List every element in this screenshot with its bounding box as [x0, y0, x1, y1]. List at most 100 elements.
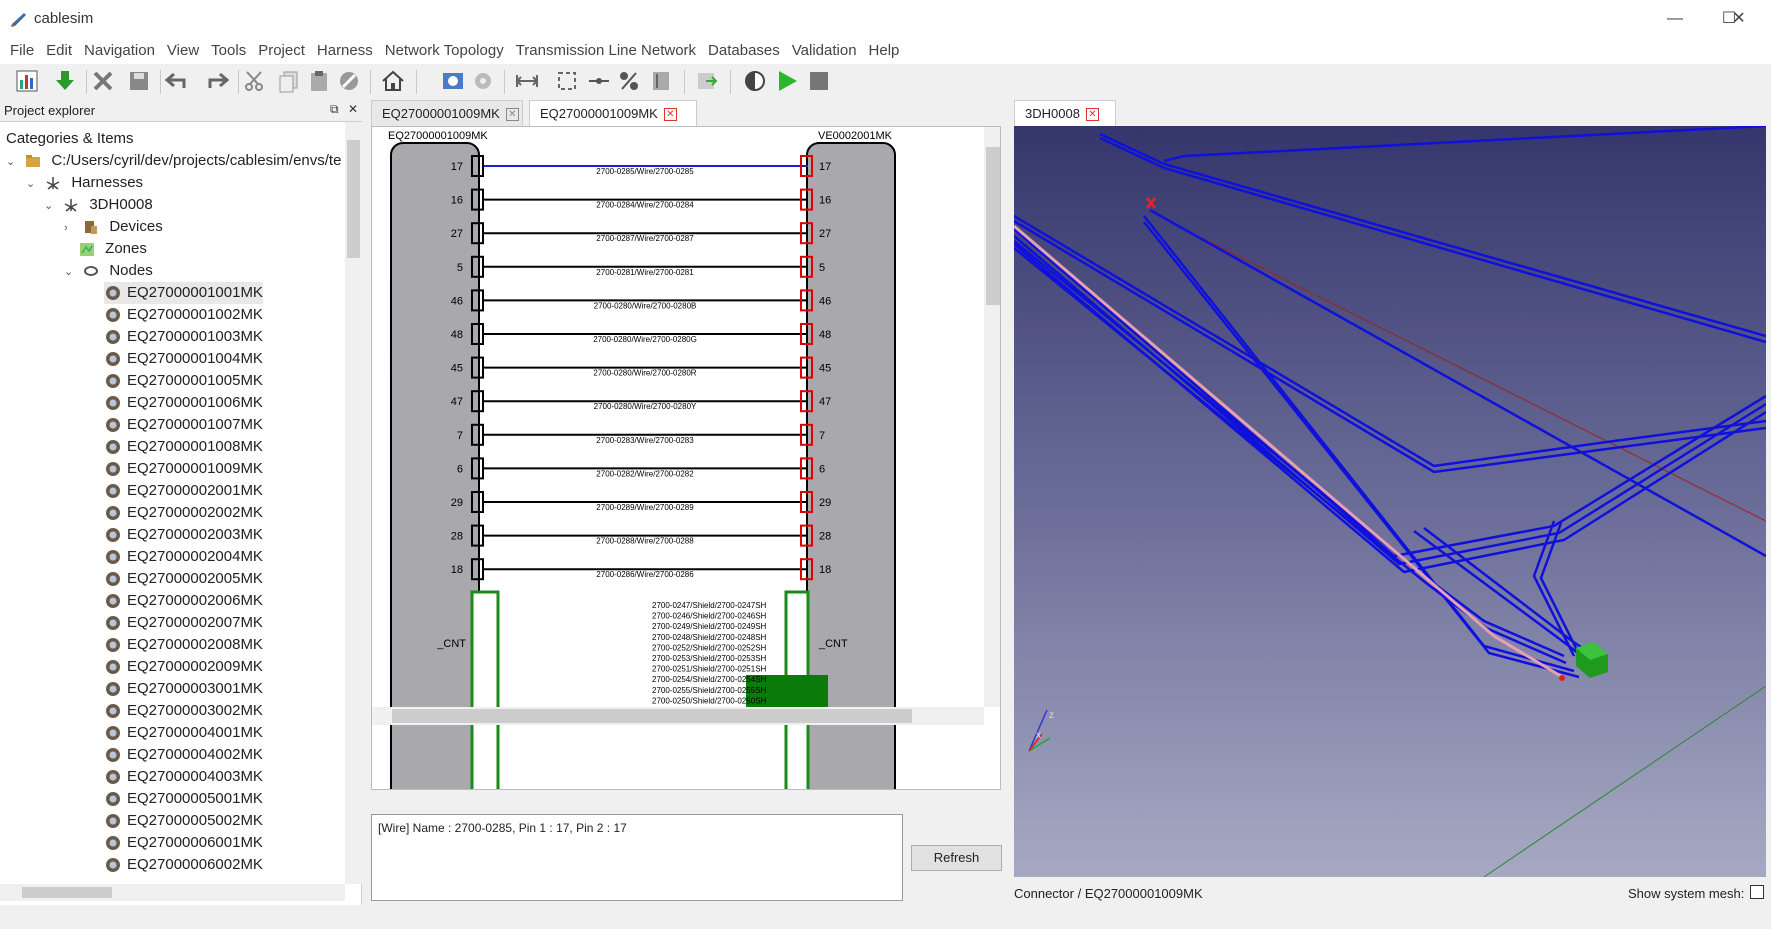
- tree-item-node[interactable]: EQ27000006001MK: [104, 832, 263, 854]
- menu-project[interactable]: Project: [252, 38, 311, 64]
- fit-all-icon[interactable]: [554, 68, 580, 94]
- 3d-viewport[interactable]: z x: [1014, 126, 1766, 877]
- minimize-button[interactable]: —: [1660, 8, 1690, 30]
- run-icon[interactable]: [774, 68, 800, 94]
- delete-icon[interactable]: [90, 68, 116, 94]
- menu-databases[interactable]: Databases: [702, 38, 786, 64]
- book-icon[interactable]: [648, 68, 674, 94]
- tree-item-node[interactable]: EQ27000003001MK: [104, 678, 263, 700]
- menu-help[interactable]: Help: [863, 38, 906, 64]
- close-panel-button[interactable]: ✕: [348, 102, 358, 116]
- close-window-button[interactable]: ✕: [1724, 8, 1754, 30]
- menu-navigation[interactable]: Navigation: [78, 38, 161, 64]
- connect-icon[interactable]: [586, 68, 612, 94]
- menu-tools[interactable]: Tools: [205, 38, 252, 64]
- menu-network-topology[interactable]: Network Topology: [379, 38, 510, 64]
- scrollbar-thumb[interactable]: [986, 147, 1000, 305]
- node-connector-icon: [106, 792, 120, 807]
- redo-icon[interactable]: [204, 68, 230, 94]
- tab-3d-harness[interactable]: 3DH0008 ✕: [1014, 100, 1116, 126]
- tree-item-harnesses[interactable]: ⌄ Harnesses: [26, 172, 143, 194]
- tree-item-node[interactable]: EQ27000001006MK: [104, 392, 263, 414]
- menu-edit[interactable]: Edit: [40, 38, 78, 64]
- tree-item-label: EQ27000001008MK: [127, 438, 263, 455]
- paste-icon[interactable]: [306, 68, 332, 94]
- left-connector-body[interactable]: [390, 142, 480, 790]
- tree-item-node[interactable]: EQ27000001004MK: [104, 348, 263, 370]
- schematic-canvas[interactable]: EQ27000001009MK VE0002001MK 17 17 2700-0285/…: [372, 127, 1001, 790]
- collapse-arrow-icon[interactable]: ⌄: [6, 151, 20, 173]
- tree-item-node[interactable]: EQ27000002006MK: [104, 590, 263, 612]
- cancel-icon[interactable]: [336, 68, 362, 94]
- menu-transmission-line-network[interactable]: Transmission Line Network: [510, 38, 702, 64]
- selection-info-box[interactable]: [Wire] Name : 2700-0285, Pin 1 : 17, Pin…: [371, 814, 903, 901]
- scrollbar-thumb[interactable]: [392, 709, 912, 723]
- tree-item-node[interactable]: EQ27000002008MK: [104, 634, 263, 656]
- tab-connector-2[interactable]: EQ27000001009MK ✕: [529, 100, 697, 126]
- tree-item-zones[interactable]: Zones: [78, 238, 147, 260]
- left-pin-number: 28: [451, 531, 463, 543]
- tree-item-node[interactable]: EQ27000004002MK: [104, 744, 263, 766]
- import-icon[interactable]: [52, 68, 78, 94]
- tree-item-node[interactable]: EQ27000002002MK: [104, 502, 263, 524]
- explorer-horizontal-scrollbar[interactable]: [0, 884, 345, 901]
- topology-icon[interactable]: [440, 68, 466, 94]
- scrollbar-thumb[interactable]: [22, 887, 112, 898]
- menu-view[interactable]: View: [161, 38, 205, 64]
- tree-item-nodes[interactable]: ⌄ Nodes: [64, 260, 153, 282]
- tree-item-node[interactable]: EQ27000005002MK: [104, 810, 263, 832]
- scrollbar-thumb[interactable]: [347, 140, 360, 258]
- collapse-arrow-icon[interactable]: ⌄: [64, 261, 78, 283]
- close-tab-icon[interactable]: ✕: [663, 108, 677, 122]
- left-pin-number: 16: [451, 195, 463, 207]
- stop-icon[interactable]: [806, 68, 832, 94]
- tree-item-harness[interactable]: ⌄ 3DH0008: [44, 194, 153, 216]
- close-tab-icon[interactable]: ✕: [1085, 108, 1099, 122]
- tree-item-node[interactable]: EQ27000001003MK: [104, 326, 263, 348]
- tree-item-node[interactable]: EQ27000003002MK: [104, 700, 263, 722]
- collapse-arrow-icon[interactable]: ⌄: [26, 173, 40, 195]
- export-icon[interactable]: [694, 68, 720, 94]
- menu-validation[interactable]: Validation: [786, 38, 863, 64]
- percent-icon[interactable]: [616, 68, 642, 94]
- 3d-view[interactable]: z x: [1014, 126, 1766, 877]
- chart-icon[interactable]: [14, 68, 40, 94]
- tab-connector-1[interactable]: EQ27000001009MK ✕: [371, 100, 523, 126]
- contrast-icon[interactable]: [742, 68, 768, 94]
- tree-item-node[interactable]: EQ27000005001MK: [104, 788, 263, 810]
- tree-item-node[interactable]: EQ27000002001MK: [104, 480, 263, 502]
- tree-item-node[interactable]: EQ27000002004MK: [104, 546, 263, 568]
- tree-item-node[interactable]: EQ27000002003MK: [104, 524, 263, 546]
- cut-icon[interactable]: [242, 68, 268, 94]
- tree-item-node[interactable]: EQ27000002009MK: [104, 656, 263, 678]
- tree-item-node[interactable]: EQ27000004001MK: [104, 722, 263, 744]
- tree-item-devices[interactable]: › Devices: [64, 216, 163, 238]
- tree-item-node[interactable]: EQ27000001005MK: [104, 370, 263, 392]
- tree-item-node[interactable]: EQ27000001001MK: [104, 282, 263, 304]
- fit-width-icon[interactable]: [514, 68, 540, 94]
- save-icon[interactable]: [126, 68, 152, 94]
- menu-harness[interactable]: Harness: [311, 38, 379, 64]
- tree-item-node[interactable]: EQ27000001008MK: [104, 436, 263, 458]
- close-tab-icon[interactable]: ✕: [505, 108, 519, 122]
- explorer-vertical-scrollbar[interactable]: [345, 122, 362, 884]
- left-shield-pin[interactable]: [470, 590, 500, 790]
- tree-item-node[interactable]: EQ27000004003MK: [104, 766, 263, 788]
- tree-item-node[interactable]: EQ27000002007MK: [104, 612, 263, 634]
- refresh-button[interactable]: Refresh: [911, 845, 1002, 871]
- show-system-mesh-checkbox[interactable]: [1750, 885, 1764, 899]
- undo-icon[interactable]: [164, 68, 190, 94]
- menu-file[interactable]: File: [4, 38, 40, 64]
- tree-item-node[interactable]: EQ27000001002MK: [104, 304, 263, 326]
- expand-arrow-icon[interactable]: ›: [64, 217, 78, 239]
- tree-item-node[interactable]: EQ27000001007MK: [104, 414, 263, 436]
- tree-item-node[interactable]: EQ27000006002MK: [104, 854, 263, 876]
- copy-icon[interactable]: [276, 68, 302, 94]
- tree-item-project[interactable]: ⌄ C:/Users/cyril/dev/projects/cablesim/e…: [6, 150, 341, 172]
- home-icon[interactable]: [380, 68, 406, 94]
- collapse-arrow-icon[interactable]: ⌄: [44, 195, 58, 217]
- settings-icon[interactable]: [470, 68, 496, 94]
- tree-item-node[interactable]: EQ27000001009MK: [104, 458, 263, 480]
- float-panel-button[interactable]: ⧉: [330, 102, 339, 117]
- tree-item-node[interactable]: EQ27000002005MK: [104, 568, 263, 590]
